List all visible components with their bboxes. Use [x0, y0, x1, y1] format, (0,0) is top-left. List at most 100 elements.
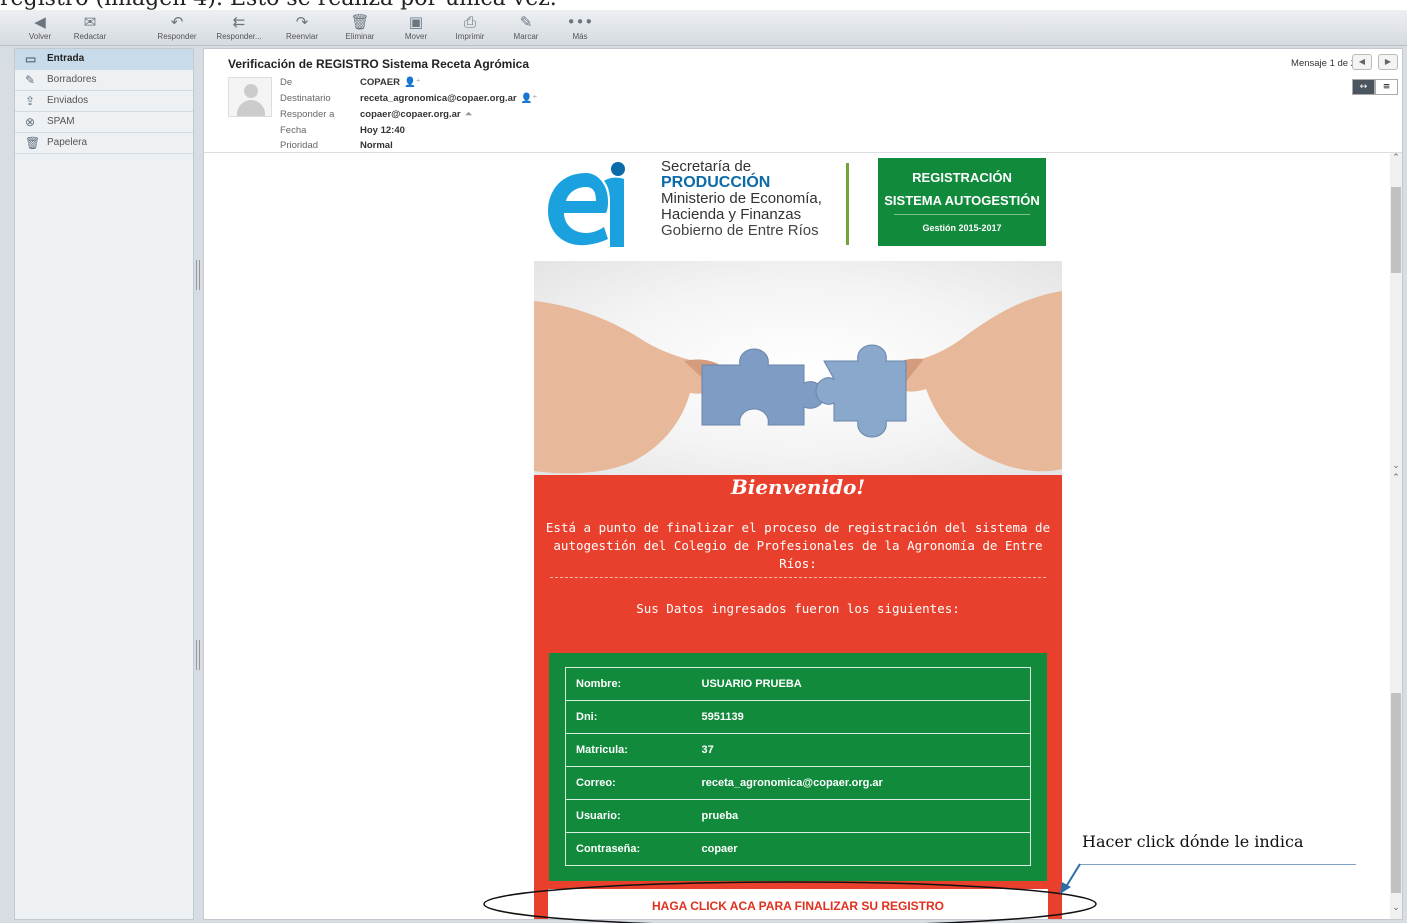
reply-button[interactable]: ↶ Responder — [150, 12, 204, 44]
forward-label: Reenviar — [285, 32, 318, 41]
from-value[interactable]: COPAER — [360, 77, 400, 88]
field-key: Responder a — [280, 109, 335, 120]
row-key: Nombre: — [565, 667, 692, 701]
more-button[interactable]: ••• Más — [560, 12, 600, 44]
move-icon: ▣ — [408, 13, 424, 31]
reply-to-value[interactable]: copaer@copaer.org.ar — [360, 109, 461, 120]
row-value: prueba — [691, 799, 1031, 833]
folder-label: Papelera — [47, 137, 88, 148]
back-button[interactable]: ◀ Volver — [20, 12, 60, 44]
more-label: Más — [572, 32, 588, 41]
message-counter: Mensaje 1 de 2 — [1291, 58, 1356, 69]
folder-spam[interactable]: ⊗ SPAM — [15, 112, 193, 133]
row-value: receta_agronomica@copaer.org.ar — [691, 766, 1031, 800]
delete-button[interactable]: 🗑 Eliminar — [338, 12, 382, 44]
mark-button[interactable]: ✎ Marcar — [506, 12, 546, 44]
scroll-down-icon[interactable]: ⌄ — [1390, 461, 1402, 471]
registration-box: REGISTRACIÓN SISTEMA AUTOGESTIÓN Gestión… — [878, 158, 1046, 246]
puzzle-hands-image — [534, 261, 1062, 475]
splitter-handle[interactable] — [196, 640, 200, 670]
brand-line: Hacienda y Finanzas — [661, 206, 802, 223]
annotation-text: Hacer click dónde le indica — [1082, 832, 1304, 851]
to-value[interactable]: receta_agronomica@copaer.org.ar — [360, 93, 517, 104]
caret-up-icon[interactable]: ⏶ — [465, 109, 473, 120]
forward-button[interactable]: ↷ Reenviar — [280, 12, 324, 44]
add-contact-icon[interactable]: 👤⁺ — [404, 77, 421, 88]
print-icon: ⎙ — [463, 13, 476, 31]
folder-label: Entrada — [47, 53, 85, 64]
row-key: Dni: — [565, 700, 692, 734]
brand-line: Ministerio de Economía, — [661, 190, 822, 207]
brand-text: Secretaría de PRODUCCIÓN Ministerio de E… — [661, 159, 822, 239]
reply-label: Responder — [157, 32, 197, 41]
scroll-up-icon[interactable]: ⌃ — [1390, 473, 1402, 483]
message-scrollbar[interactable]: ⌃ ⌄ ⌃ ⌄ — [1390, 153, 1402, 919]
text-view-button[interactable]: ≡ — [1375, 79, 1398, 95]
reply-all-label: Responder... — [216, 32, 262, 41]
annotation-marks — [483, 863, 1097, 923]
data-heading: Sus Datos ingresados fueron los siguient… — [636, 601, 960, 616]
inbox-icon: ▭ — [25, 52, 37, 66]
row-value: 37 — [691, 733, 1031, 767]
field-key: Prioridad — [280, 140, 319, 151]
move-button[interactable]: ▣ Mover — [396, 12, 436, 44]
message-subject: Verificación de REGISTRO Sistema Receta … — [228, 57, 529, 71]
reg-title: REGISTRACIÓN — [912, 170, 1012, 185]
folder-sidebar: ▭ Entrada ✎ Borradores ⇪ Enviados ⊗ SPAM… — [14, 48, 194, 920]
table-row: Dni: 5951139 — [565, 700, 1031, 734]
compose-button[interactable]: ✉ Redactar — [70, 12, 110, 44]
add-contact-icon[interactable]: 👤⁺ — [521, 93, 538, 104]
folder-drafts[interactable]: ✎ Borradores — [15, 70, 193, 91]
field-key: Destinatario — [280, 93, 331, 104]
table-row: Correo: receta_agronomica@copaer.org.ar — [565, 766, 1031, 800]
message-body: Secretaría de PRODUCCIÓN Ministerio de E… — [204, 153, 1402, 919]
message-pane: Verificación de REGISTRO Sistema Receta … — [203, 48, 1403, 920]
brand-line: Gobierno de Entre Ríos — [661, 222, 819, 239]
pencil-icon: ✎ — [25, 73, 36, 87]
brand-production: PRODUCCIÓN — [661, 174, 771, 191]
compose-icon: ✉ — [83, 13, 97, 31]
folder-label: Borradores — [47, 74, 97, 85]
row-key: Matricula: — [565, 733, 692, 767]
more-icon: ••• — [566, 13, 594, 31]
scroll-thumb[interactable] — [1391, 187, 1401, 273]
folder-trash[interactable]: 🗑 Papelera — [15, 133, 193, 154]
delete-label: Eliminar — [345, 32, 375, 41]
splitter-handle[interactable] — [196, 260, 200, 290]
forward-icon: ↷ — [295, 13, 309, 31]
avatar — [228, 77, 272, 117]
print-button[interactable]: ⎙ Imprimir — [448, 12, 492, 44]
field-key: De — [280, 77, 293, 88]
trash-icon: 🗑 — [350, 13, 370, 31]
html-view-button[interactable]: ↔ — [1352, 79, 1375, 95]
field-key: Fecha — [280, 125, 307, 136]
reply-all-button[interactable]: ⇇ Responder... — [210, 12, 268, 44]
scroll-up-icon[interactable]: ⌃ — [1390, 153, 1402, 163]
toolbar: ◀ Volver ✉ Redactar ↶ Responder ⇇ Respon… — [0, 10, 1407, 46]
priority-value: Normal — [360, 140, 393, 151]
spam-icon: ⊗ — [25, 115, 36, 129]
mail-client-window: ◀ Volver ✉ Redactar ↶ Responder ⇇ Respon… — [0, 10, 1407, 923]
scroll-down-icon[interactable]: ⌄ — [1390, 903, 1402, 913]
date-value: Hoy 12:40 — [360, 125, 405, 136]
sent-icon: ⇪ — [25, 94, 36, 108]
reply-all-icon: ⇇ — [232, 13, 246, 31]
highlight-ellipse — [483, 881, 1097, 923]
folder-label: SPAM — [47, 116, 75, 127]
next-message-button[interactable]: ▶ — [1378, 54, 1398, 70]
welcome-panel: Bienvenido! Está a punto de finalizar el… — [534, 475, 1062, 919]
brand-line: Secretaría de — [661, 158, 752, 175]
mark-icon: ✎ — [519, 13, 533, 31]
welcome-heading: Bienvenido! — [730, 475, 866, 499]
folder-inbox[interactable]: ▭ Entrada — [15, 49, 193, 70]
row-value: USUARIO PRUEBA — [691, 667, 1031, 701]
view-toggle: ↔ ≡ — [1352, 79, 1398, 95]
folder-sent[interactable]: ⇪ Enviados — [15, 91, 193, 112]
er-logo — [548, 162, 625, 247]
prev-message-button[interactable]: ◀ — [1352, 54, 1372, 70]
reply-icon: ↶ — [170, 13, 184, 31]
print-label: Imprimir — [455, 32, 485, 41]
user-data-table: Nombre: USUARIO PRUEBA Dni: 5951139 Matric… — [565, 667, 1031, 866]
intro-text: Está a punto de finalizar el proceso de … — [545, 520, 1051, 571]
scroll-thumb[interactable] — [1391, 693, 1401, 893]
